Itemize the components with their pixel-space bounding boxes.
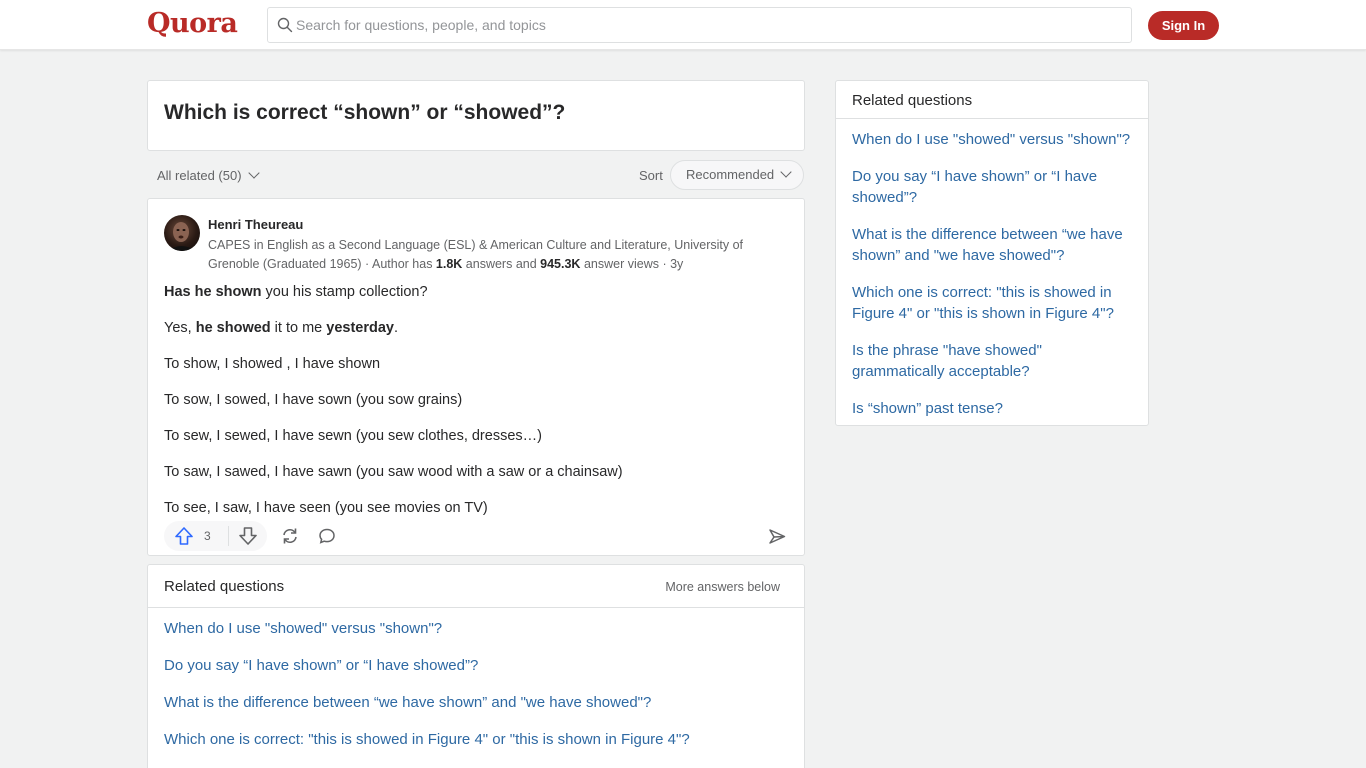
answer-text: you his stamp collection? [261,284,428,300]
sidebar-question-link[interactable]: Is the phrase "have showed" grammaticall… [852,340,1137,382]
related-question-link[interactable]: Do you say “I have shown” or “I have sho… [164,656,690,676]
views-label: answer views · 3y [580,257,684,271]
sidebar-question-link[interactable]: Do you say “I have shown” or “I have sho… [852,166,1137,208]
sort-label: Sort [639,168,663,183]
top-header: Quora Sign In [0,0,1366,50]
related-questions-sidebar: Related questions When do I use "showed"… [835,80,1149,426]
related-questions-header: Related questions More answers below [148,565,804,608]
search-icon [277,17,293,33]
answer-line: Has he shown you his stamp collection? [164,283,784,302]
all-related-dropdown[interactable]: All related (50) [157,167,260,183]
bold-text: yesterday [326,320,394,336]
views-count: 945.3K [540,257,581,271]
answer-body: Has he shown you his stamp collection? Y… [164,283,784,535]
sidebar-question-link[interactable]: What is the difference between “we have … [852,224,1137,266]
quora-logo[interactable]: Quora [147,8,238,39]
bold-text: he showed [195,320,271,336]
answer-line: To sew, I sewed, I have sewn (you sew cl… [164,428,542,444]
answers-label: answers and [462,257,541,271]
sort-value: Recommended [686,167,775,182]
related-question-link[interactable]: What is the difference between “we have … [164,693,690,713]
answer-line: To saw, I sawed, I have sawn (you saw wo… [164,464,623,480]
related-questions-list: When do I use "showed" versus "shown"? D… [164,619,690,767]
sidebar-title: Related questions [852,92,973,109]
answer-text: Yes, [164,320,196,336]
avatar-portrait-icon [168,222,196,251]
sidebar-header: Related questions [836,81,1148,119]
answer-line: To show, I showed , I have shown [164,356,381,372]
author-name[interactable]: Henri Theureau [208,217,303,232]
answers-filter-row: All related (50) Sort Recommended [147,160,805,190]
share-icon[interactable] [768,527,786,545]
bold-text: Has he shown [164,284,262,300]
answer-text: it to me [270,320,327,336]
upvote-arrow-icon[interactable] [174,527,194,545]
search-input[interactable] [296,8,1116,42]
all-related-label: All related (50) [157,168,242,183]
answer-actions: 3 [164,521,790,551]
related-questions-inline: Related questions More answers below Whe… [147,564,805,768]
sign-in-button[interactable]: Sign In [1148,11,1219,40]
upvote-count: 3 [204,529,211,543]
answer-text: . [393,320,399,336]
related-question-link[interactable]: Which one is correct: "this is showed in… [164,730,690,750]
answer-card: Henri Theureau CAPES in English as a Sec… [147,198,805,556]
answer-line: Yes, he showed it to me yesterday. [164,319,784,338]
related-questions-title: Related questions [164,578,285,595]
sidebar-questions-list: When do I use "showed" versus "shown"? D… [852,129,1137,435]
vote-divider [228,526,229,546]
answers-count: 1.8K [435,257,463,271]
chevron-down-icon [247,167,260,179]
chevron-down-icon [780,166,792,178]
author-avatar[interactable] [164,215,200,251]
vote-group: 3 [164,521,267,551]
related-question-link[interactable]: When do I use "showed" versus "shown"? [164,619,690,639]
question-card: Which is correct “shown” or “showed”? [147,80,805,151]
answer-line: To sow, I sowed, I have sown (you sow gr… [164,392,463,408]
more-answers-below: More answers below [665,580,780,594]
question-title: Which is correct “shown” or “showed”? [164,101,566,124]
sidebar-question-link[interactable]: Is “shown” past tense? [852,398,1137,419]
search-box[interactable] [267,7,1132,43]
answer-line: To see, I saw, I have seen (you see movi… [164,500,488,516]
sidebar-question-link[interactable]: When do I use "showed" versus "shown"? [852,129,1137,150]
downvote-arrow-icon[interactable] [238,527,258,545]
author-credentials: CAPES in English as a Second Language (E… [208,236,768,274]
sort-dropdown[interactable]: Recommended [670,160,804,190]
share-reshare-icon[interactable] [280,527,300,545]
sidebar-question-link[interactable]: Which one is correct: "this is showed in… [852,282,1137,324]
comment-icon[interactable] [318,527,336,545]
